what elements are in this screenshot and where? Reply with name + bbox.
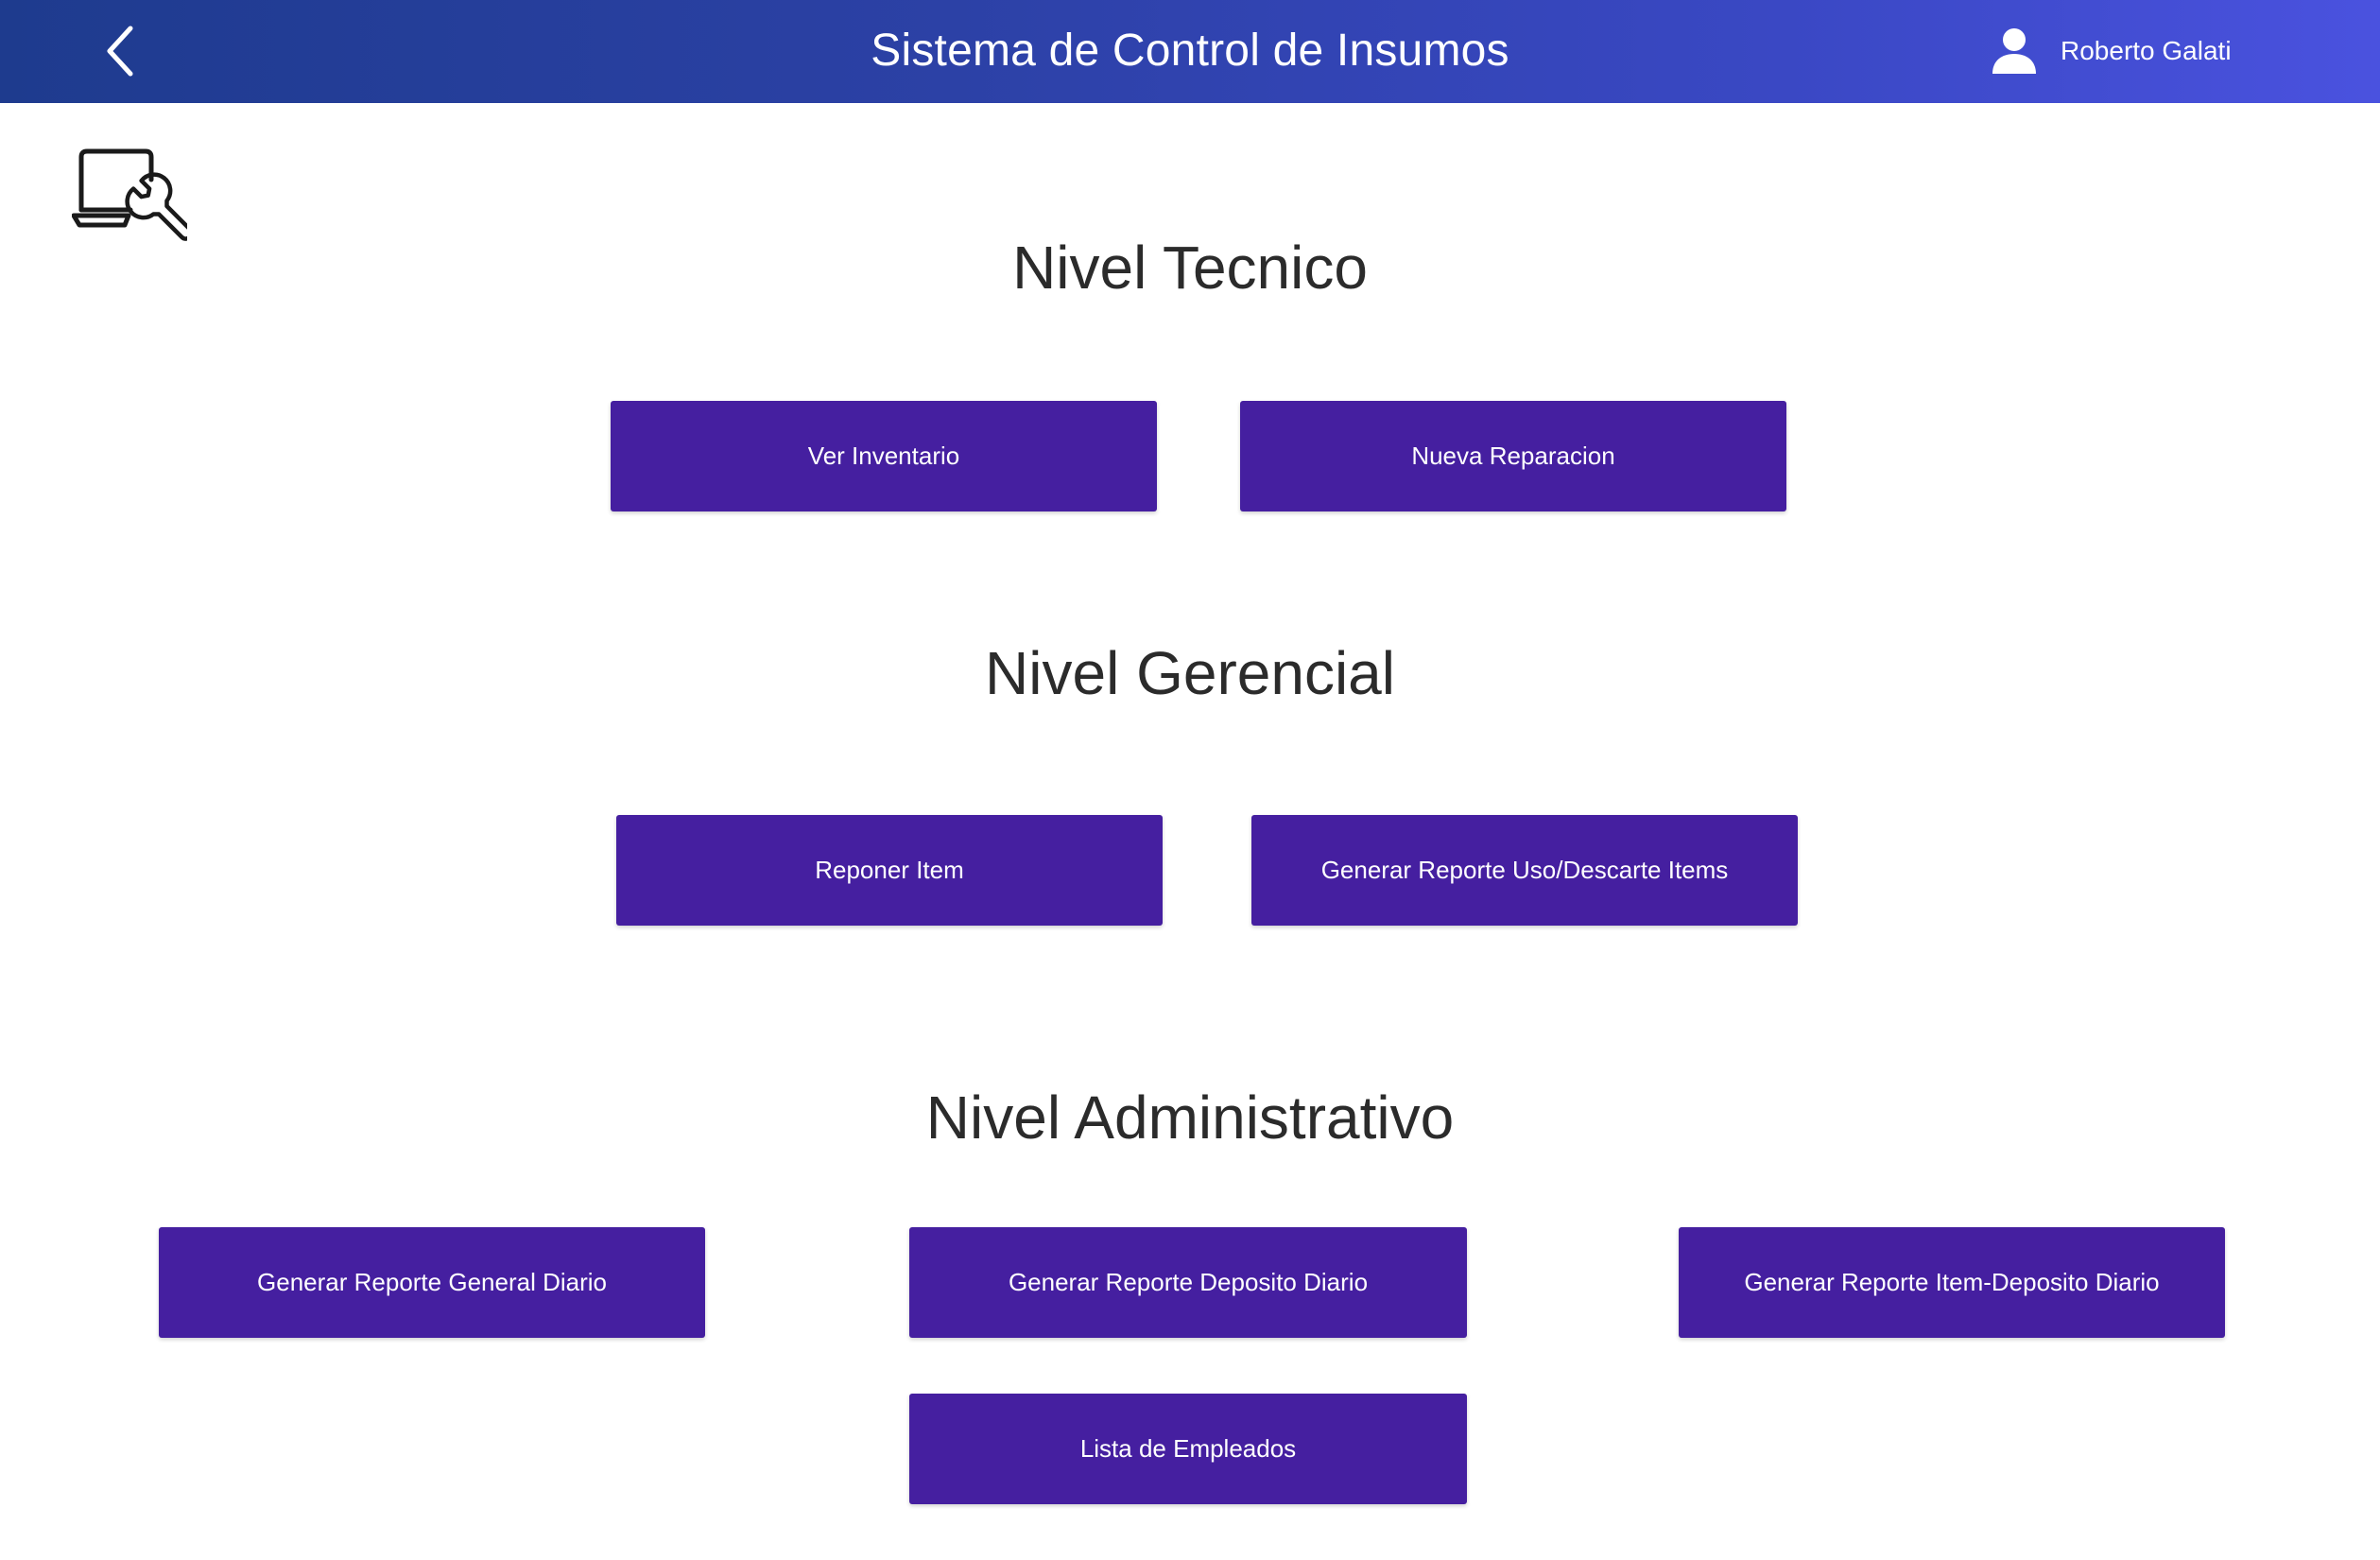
nueva-reparacion-button[interactable]: Nueva Reparacion	[1240, 401, 1786, 511]
main-menu-page: Sistema de Control de Insumos Roberto Ga…	[0, 0, 2380, 1560]
section-title-tecnico: Nivel Tecnico	[1012, 234, 1368, 302]
generar-reporte-general-diario-button[interactable]: Generar Reporte General Diario	[159, 1227, 705, 1338]
lista-de-empleados-button[interactable]: Lista de Empleados	[909, 1394, 1467, 1504]
generar-reporte-uso-descarte-button[interactable]: Generar Reporte Uso/Descarte Items	[1251, 815, 1798, 926]
user-icon	[1989, 26, 2040, 77]
laptop-wrench-icon	[71, 144, 194, 242]
ver-inventario-button[interactable]: Ver Inventario	[611, 401, 1157, 511]
user-name: Roberto Galati	[2061, 36, 2232, 65]
section-title-administrativo: Nivel Administrativo	[925, 1083, 1455, 1152]
reponer-item-button[interactable]: Reponer Item	[616, 815, 1163, 926]
user-menu[interactable]: Roberto Galati	[1989, 21, 2232, 81]
generar-reporte-item-deposito-diario-button[interactable]: Generar Reporte Item-Deposito Diario	[1679, 1227, 2225, 1338]
app-header: Sistema de Control de Insumos Roberto Ga…	[0, 0, 2380, 103]
generar-reporte-deposito-diario-button[interactable]: Generar Reporte Deposito Diario	[909, 1227, 1467, 1338]
section-title-gerencial: Nivel Gerencial	[985, 639, 1395, 707]
